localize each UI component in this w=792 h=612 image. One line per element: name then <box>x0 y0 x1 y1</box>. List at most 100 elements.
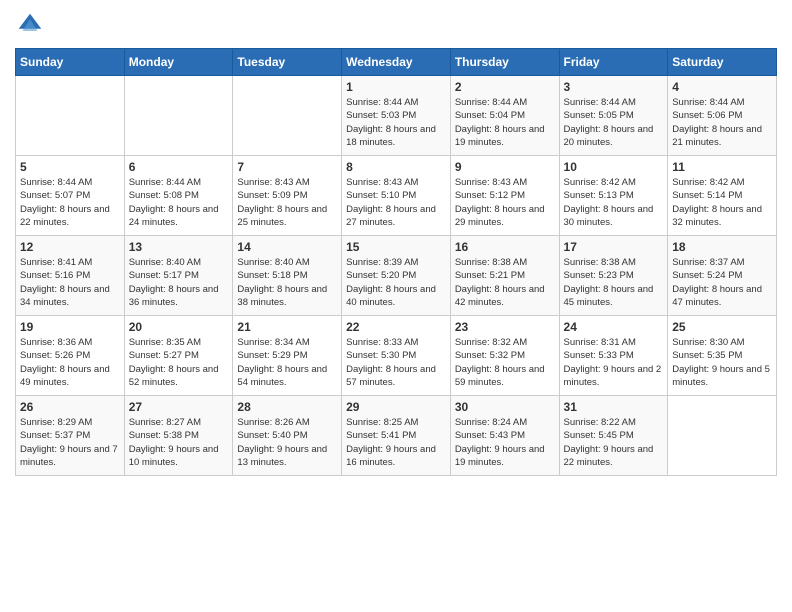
day-cell: 11 Sunrise: 8:42 AMSunset: 5:14 PMDayligh… <box>668 156 777 236</box>
day-info: Sunrise: 8:42 AMSunset: 5:14 PMDaylight:… <box>672 176 772 229</box>
day-cell: 17Sunrise: 8:38 AMSunset: 5:23 PMDayligh… <box>559 236 668 316</box>
day-cell: 15 Sunrise: 8:39 AMSunset: 5:20 PMDayligh… <box>342 236 451 316</box>
day-info: Sunrise: 8:40 AMSunset: 5:17 PMDaylight:… <box>129 256 229 309</box>
day-cell: 28 Sunrise: 8:26 AMSunset: 5:40 PMDayligh… <box>233 396 342 476</box>
day-number: 23 <box>455 320 555 334</box>
day-info: Sunrise: 8:44 AMSunset: 5:03 PMDaylight:… <box>346 96 446 149</box>
logo-icon <box>15 10 45 40</box>
day-number: 1 <box>346 80 446 94</box>
day-number: 28 <box>237 400 337 414</box>
header <box>15 10 777 40</box>
day-info: Sunrise: 8:41 AMSunset: 5:16 PMDaylight:… <box>20 256 120 309</box>
day-info: Sunrise: 8:43 AMSunset: 5:12 PMDaylight:… <box>455 176 555 229</box>
day-info: Sunrise: 8:37 AMSunset: 5:24 PMDaylight:… <box>672 256 772 309</box>
day-number: 14 <box>237 240 337 254</box>
day-number: 7 <box>237 160 337 174</box>
day-number: 4 <box>672 80 772 94</box>
day-number: 26 <box>20 400 120 414</box>
day-number: 10 <box>564 160 664 174</box>
header-monday: Monday <box>124 49 233 76</box>
day-cell <box>668 396 777 476</box>
day-info: Sunrise: 8:42 AMSunset: 5:13 PMDaylight:… <box>564 176 664 229</box>
day-number: 27 <box>129 400 229 414</box>
day-info: Sunrise: 8:22 AMSunset: 5:45 PMDaylight:… <box>564 416 664 469</box>
day-cell: 22 Sunrise: 8:33 AMSunset: 5:30 PMDayligh… <box>342 316 451 396</box>
day-info: Sunrise: 8:32 AMSunset: 5:32 PMDaylight:… <box>455 336 555 389</box>
day-cell: 9 Sunrise: 8:43 AMSunset: 5:12 PMDaylight… <box>450 156 559 236</box>
day-cell: 3Sunrise: 8:44 AMSunset: 5:05 PMDaylight… <box>559 76 668 156</box>
day-cell: 27Sunrise: 8:27 AMSunset: 5:38 PMDayligh… <box>124 396 233 476</box>
day-info: Sunrise: 8:43 AMSunset: 5:10 PMDaylight:… <box>346 176 446 229</box>
day-cell <box>233 76 342 156</box>
day-info: Sunrise: 8:44 AMSunset: 5:06 PMDaylight:… <box>672 96 772 149</box>
week-row-3: 12Sunrise: 8:41 AMSunset: 5:16 PMDayligh… <box>16 236 777 316</box>
header-friday: Friday <box>559 49 668 76</box>
day-info: Sunrise: 8:43 AMSunset: 5:09 PMDaylight:… <box>237 176 337 229</box>
header-sunday: Sunday <box>16 49 125 76</box>
logo <box>15 10 49 40</box>
day-info: Sunrise: 8:33 AMSunset: 5:30 PMDaylight:… <box>346 336 446 389</box>
day-cell: 10 Sunrise: 8:42 AMSunset: 5:13 PMDayligh… <box>559 156 668 236</box>
day-cell: 18 Sunrise: 8:37 AMSunset: 5:24 PMDayligh… <box>668 236 777 316</box>
day-info: Sunrise: 8:44 AMSunset: 5:04 PMDaylight:… <box>455 96 555 149</box>
week-row-5: 26 Sunrise: 8:29 AMSunset: 5:37 PMDayligh… <box>16 396 777 476</box>
week-row-4: 19 Sunrise: 8:36 AMSunset: 5:26 PMDayligh… <box>16 316 777 396</box>
day-info: Sunrise: 8:34 AMSunset: 5:29 PMDaylight:… <box>237 336 337 389</box>
day-info: Sunrise: 8:29 AMSunset: 5:37 PMDaylight:… <box>20 416 120 469</box>
day-cell: 7 Sunrise: 8:43 AMSunset: 5:09 PMDaylight… <box>233 156 342 236</box>
day-info: Sunrise: 8:24 AMSunset: 5:43 PMDaylight:… <box>455 416 555 469</box>
header-thursday: Thursday <box>450 49 559 76</box>
header-tuesday: Tuesday <box>233 49 342 76</box>
day-number: 6 <box>129 160 229 174</box>
day-number: 19 <box>20 320 120 334</box>
day-cell: 2 Sunrise: 8:44 AMSunset: 5:04 PMDaylight… <box>450 76 559 156</box>
calendar-page: SundayMondayTuesdayWednesdayThursdayFrid… <box>0 0 792 612</box>
week-row-1: 1 Sunrise: 8:44 AMSunset: 5:03 PMDaylight… <box>16 76 777 156</box>
day-cell: 24 Sunrise: 8:31 AMSunset: 5:33 PMDayligh… <box>559 316 668 396</box>
header-row: SundayMondayTuesdayWednesdayThursdayFrid… <box>16 49 777 76</box>
day-info: Sunrise: 8:44 AMSunset: 5:05 PMDaylight:… <box>564 96 664 149</box>
day-info: Sunrise: 8:31 AMSunset: 5:33 PMDaylight:… <box>564 336 664 389</box>
day-cell: 1 Sunrise: 8:44 AMSunset: 5:03 PMDaylight… <box>342 76 451 156</box>
day-info: Sunrise: 8:38 AMSunset: 5:21 PMDaylight:… <box>455 256 555 309</box>
day-info: Sunrise: 8:44 AMSunset: 5:08 PMDaylight:… <box>129 176 229 229</box>
day-cell: 30 Sunrise: 8:24 AMSunset: 5:43 PMDayligh… <box>450 396 559 476</box>
day-number: 2 <box>455 80 555 94</box>
day-cell: 20Sunrise: 8:35 AMSunset: 5:27 PMDayligh… <box>124 316 233 396</box>
day-number: 22 <box>346 320 446 334</box>
day-number: 13 <box>129 240 229 254</box>
day-number: 15 <box>346 240 446 254</box>
header-saturday: Saturday <box>668 49 777 76</box>
day-number: 31 <box>564 400 664 414</box>
day-number: 5 <box>20 160 120 174</box>
day-cell: 23 Sunrise: 8:32 AMSunset: 5:32 PMDayligh… <box>450 316 559 396</box>
day-info: Sunrise: 8:30 AMSunset: 5:35 PMDaylight:… <box>672 336 772 389</box>
day-info: Sunrise: 8:36 AMSunset: 5:26 PMDaylight:… <box>20 336 120 389</box>
day-cell: 8 Sunrise: 8:43 AMSunset: 5:10 PMDaylight… <box>342 156 451 236</box>
day-info: Sunrise: 8:26 AMSunset: 5:40 PMDaylight:… <box>237 416 337 469</box>
day-cell: 26 Sunrise: 8:29 AMSunset: 5:37 PMDayligh… <box>16 396 125 476</box>
calendar-table: SundayMondayTuesdayWednesdayThursdayFrid… <box>15 48 777 476</box>
header-wednesday: Wednesday <box>342 49 451 76</box>
day-number: 29 <box>346 400 446 414</box>
day-info: Sunrise: 8:25 AMSunset: 5:41 PMDaylight:… <box>346 416 446 469</box>
day-info: Sunrise: 8:38 AMSunset: 5:23 PMDaylight:… <box>564 256 664 309</box>
day-cell: 25Sunrise: 8:30 AMSunset: 5:35 PMDayligh… <box>668 316 777 396</box>
day-number: 24 <box>564 320 664 334</box>
day-cell: 14Sunrise: 8:40 AMSunset: 5:18 PMDayligh… <box>233 236 342 316</box>
day-number: 8 <box>346 160 446 174</box>
day-number: 30 <box>455 400 555 414</box>
day-cell: 16 Sunrise: 8:38 AMSunset: 5:21 PMDayligh… <box>450 236 559 316</box>
day-number: 20 <box>129 320 229 334</box>
day-cell: 4 Sunrise: 8:44 AMSunset: 5:06 PMDaylight… <box>668 76 777 156</box>
day-cell: 19 Sunrise: 8:36 AMSunset: 5:26 PMDayligh… <box>16 316 125 396</box>
day-number: 9 <box>455 160 555 174</box>
day-number: 18 <box>672 240 772 254</box>
week-row-2: 5 Sunrise: 8:44 AMSunset: 5:07 PMDaylight… <box>16 156 777 236</box>
day-info: Sunrise: 8:44 AMSunset: 5:07 PMDaylight:… <box>20 176 120 229</box>
day-number: 11 <box>672 160 772 174</box>
day-cell: 31 Sunrise: 8:22 AMSunset: 5:45 PMDayligh… <box>559 396 668 476</box>
day-number: 16 <box>455 240 555 254</box>
day-cell <box>16 76 125 156</box>
day-info: Sunrise: 8:39 AMSunset: 5:20 PMDaylight:… <box>346 256 446 309</box>
